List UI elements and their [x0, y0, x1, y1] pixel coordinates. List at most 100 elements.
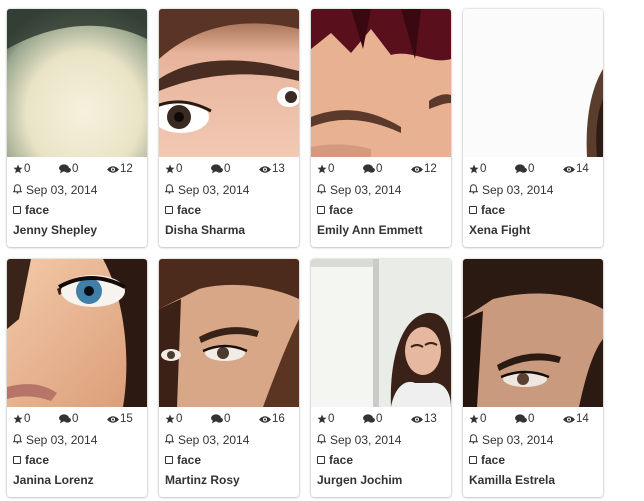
face-portrait-photo[interactable]: [159, 259, 299, 407]
tag-text: face: [25, 203, 50, 217]
face-photo[interactable]: [463, 9, 603, 157]
portrait-by-window-photo[interactable]: [311, 259, 451, 407]
eye-icon: [563, 415, 575, 424]
card-name[interactable]: Janina Lorenz: [13, 473, 94, 487]
bell-icon: [468, 183, 479, 197]
card-name[interactable]: Jenny Shepley: [13, 223, 97, 237]
comment-count: 0: [224, 163, 231, 175]
eye-icon: [563, 165, 575, 174]
checkbox-icon: [13, 206, 21, 214]
bell-icon: [316, 183, 327, 197]
photo-card[interactable]: 0 0 13 Sep 03, 2014 face Jurgen Jochim: [311, 259, 451, 497]
view-count: 12: [120, 163, 133, 175]
checkbox-icon: [165, 206, 173, 214]
tag-text: face: [177, 453, 202, 467]
star-count: 0: [24, 413, 31, 425]
bell-icon: [468, 433, 479, 447]
eye-icon: [107, 165, 119, 174]
tag-text: face: [25, 453, 50, 467]
card-tag[interactable]: face: [469, 203, 505, 217]
date-text: Sep 03, 2014: [330, 433, 402, 447]
comment-icon: [211, 414, 223, 424]
eyebrow-closeup-photo[interactable]: [311, 9, 451, 157]
bell-icon: [12, 183, 23, 197]
comment-count: 0: [528, 413, 535, 425]
card-date: Sep 03, 2014: [316, 183, 402, 197]
tag-text: face: [329, 453, 354, 467]
star-count: 0: [176, 163, 183, 175]
blue-eye-closeup-photo[interactable]: [7, 259, 147, 407]
photo-card[interactable]: 0 0 14 Sep 03, 2014 face Kamilla Estrela: [463, 259, 603, 497]
card-stats: 0 0 12: [317, 163, 445, 179]
face-portrait-photo[interactable]: [463, 259, 603, 407]
comment-count: 0: [72, 163, 79, 175]
card-tag[interactable]: face: [13, 203, 49, 217]
card-stats: 0 0 15: [13, 413, 141, 429]
star-count: 0: [328, 163, 335, 175]
comment-icon: [363, 414, 375, 424]
star-count: 0: [480, 413, 487, 425]
comment-icon: [211, 164, 223, 174]
eye-closeup-photo[interactable]: [159, 9, 299, 157]
card-name[interactable]: Disha Sharma: [165, 223, 245, 237]
photo-card[interactable]: 0 0 15 Sep 03, 2014 face Janina Lorenz: [7, 259, 147, 497]
photo-card[interactable]: 0 0 12 Sep 03, 2014 face Jenny Shepley: [7, 9, 147, 247]
checkbox-icon: [13, 456, 21, 464]
star-count: 0: [176, 413, 183, 425]
card-stats: 0 0 14: [469, 413, 597, 429]
card-tag[interactable]: face: [317, 203, 353, 217]
photo-card[interactable]: 0 0 16 Sep 03, 2014 face Martinz Rosy: [159, 259, 299, 497]
card-name[interactable]: Jurgen Jochim: [317, 473, 402, 487]
card-date: Sep 03, 2014: [164, 433, 249, 447]
face-photo[interactable]: [7, 9, 147, 157]
photo-card[interactable]: 0 0 12 Sep 03, 2014 face Emily Ann Emmet…: [311, 9, 451, 247]
card-stats: 0 0 13: [165, 163, 293, 179]
card-date: Sep 03, 2014: [12, 183, 97, 197]
card-name[interactable]: Xena Fight: [469, 223, 530, 237]
card-tag[interactable]: face: [165, 453, 201, 467]
eye-icon: [259, 165, 271, 174]
card-name[interactable]: Emily Ann Emmett: [317, 223, 423, 237]
comment-icon: [363, 164, 375, 174]
card-date: Sep 03, 2014: [468, 433, 554, 447]
star-icon: [317, 414, 327, 424]
card-stats: 0 0 12: [13, 163, 141, 179]
bell-icon: [164, 433, 175, 447]
card-tag[interactable]: face: [165, 203, 201, 217]
comment-icon: [59, 164, 71, 174]
photo-card[interactable]: 0 0 14 Sep 03, 2014 face Xena Fight: [463, 9, 603, 247]
star-icon: [165, 164, 175, 174]
star-icon: [469, 414, 479, 424]
checkbox-icon: [317, 456, 325, 464]
view-count: 14: [576, 413, 589, 425]
card-stats: 0 0 13: [317, 413, 445, 429]
tag-text: face: [329, 203, 354, 217]
card-name[interactable]: Martinz Rosy: [165, 473, 240, 487]
card-tag[interactable]: face: [317, 453, 353, 467]
date-text: Sep 03, 2014: [178, 183, 250, 197]
tag-text: face: [481, 203, 506, 217]
view-count: 14: [576, 163, 589, 175]
card-date: Sep 03, 2014: [316, 433, 402, 447]
star-count: 0: [480, 163, 487, 175]
date-text: Sep 03, 2014: [26, 433, 98, 447]
date-text: Sep 03, 2014: [482, 433, 554, 447]
card-tag[interactable]: face: [13, 453, 49, 467]
view-count: 16: [272, 413, 285, 425]
star-icon: [165, 414, 175, 424]
card-date: Sep 03, 2014: [12, 433, 98, 447]
eye-icon: [259, 415, 271, 424]
comment-count: 0: [528, 163, 535, 175]
card-name[interactable]: Kamilla Estrela: [469, 473, 555, 487]
card-date: Sep 03, 2014: [468, 183, 553, 197]
card-tag[interactable]: face: [469, 453, 505, 467]
tag-text: face: [481, 453, 506, 467]
photo-card[interactable]: 0 0 13 Sep 03, 2014 face Disha Sharma: [159, 9, 299, 247]
view-count: 15: [120, 413, 133, 425]
comment-icon: [515, 414, 527, 424]
bell-icon: [12, 433, 23, 447]
date-text: Sep 03, 2014: [330, 183, 402, 197]
star-icon: [317, 164, 327, 174]
checkbox-icon: [469, 456, 477, 464]
card-stats: 0 0 16: [165, 413, 293, 429]
